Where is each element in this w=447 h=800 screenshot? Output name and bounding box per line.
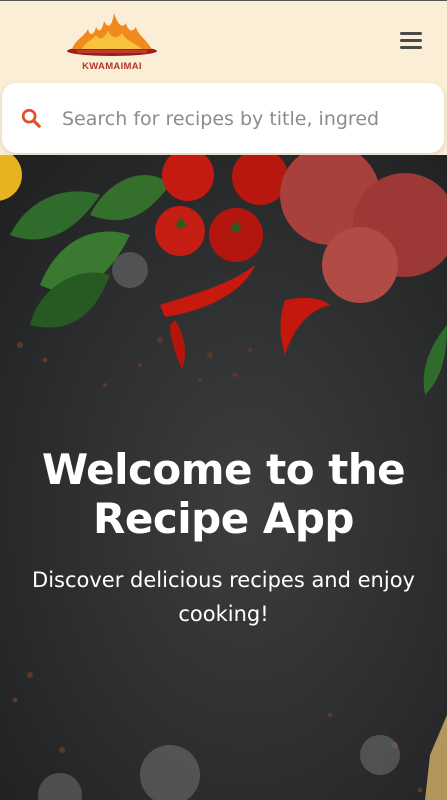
brand-logo[interactable]: KWAMAIMAI bbox=[66, 9, 160, 73]
menu-button[interactable] bbox=[397, 29, 425, 55]
app-header: KWAMAIMAI bbox=[0, 1, 447, 84]
hero-subtitle: Discover delicious recipes and enjoy coo… bbox=[32, 568, 415, 626]
hero-section: Welcome to the Recipe App Discover delic… bbox=[0, 155, 447, 800]
search-input[interactable] bbox=[60, 103, 434, 135]
hamburger-menu-icon bbox=[397, 32, 425, 49]
brand-name: KWAMAIMAI bbox=[82, 61, 142, 72]
flame-logo-icon bbox=[67, 13, 157, 56]
search-icon[interactable] bbox=[20, 107, 42, 129]
hero-title: Welcome to the Recipe App bbox=[41, 445, 406, 543]
search-bar bbox=[2, 83, 444, 153]
